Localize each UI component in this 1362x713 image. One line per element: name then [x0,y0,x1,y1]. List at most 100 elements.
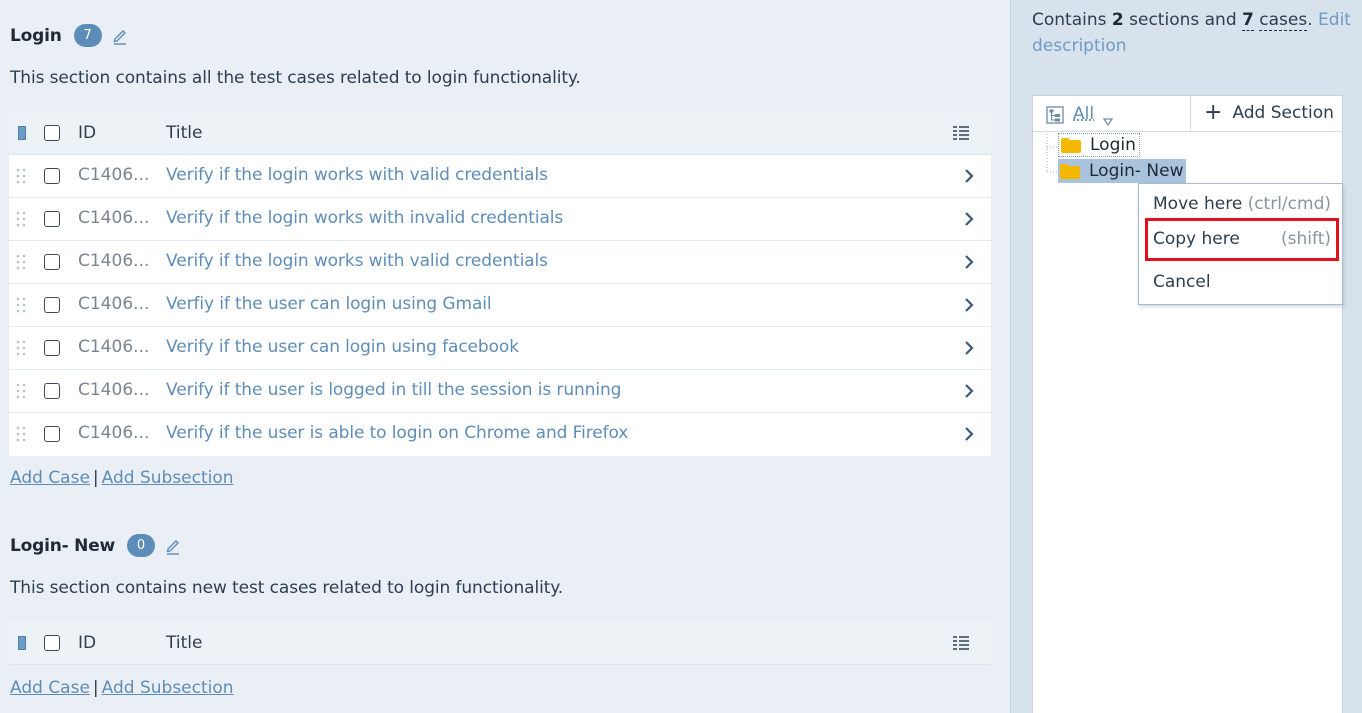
toolbar-divider [1190,96,1191,132]
section-actions: Add Case | Add Subsection [10,678,234,698]
case-title-link[interactable]: Verify if the user is able to login on C… [166,423,628,443]
menu-item-label: Cancel [1153,272,1211,292]
add-case-link[interactable]: Add Case [10,468,90,488]
drag-handle-icon[interactable] [16,254,26,270]
table-row[interactable]: C1406... Verify if the login works with v… [9,155,991,198]
plus-icon: + [1204,100,1223,125]
tree-node-login-new[interactable]: Login- New [1058,159,1187,183]
drag-handle-icon[interactable] [16,340,26,356]
section-description: This section contains all the test cases… [10,68,581,88]
column-indicator-icon [18,636,26,650]
case-id: C1406... [78,165,150,185]
section-header-login: Login 7 [10,24,128,47]
case-id: C1406... [78,294,150,314]
section-description: This section contains new test cases rel… [10,578,564,598]
menu-item-shortcut: (ctrl/cmd) [1247,194,1331,214]
chevron-right-icon[interactable] [963,168,975,184]
row-checkbox[interactable] [44,254,60,270]
section-title: Login [10,25,62,46]
drag-handle-icon[interactable] [16,383,26,399]
table-body: C1406... Verify if the login works with v… [9,155,991,456]
filter-all-dropdown[interactable]: All [1073,104,1094,124]
case-title-link[interactable]: Verify if the login works with valid cre… [166,251,548,271]
tree-view-icon[interactable] [1046,106,1064,124]
drag-handle-icon[interactable] [16,168,26,184]
add-subsection-link[interactable]: Add Subsection [102,678,234,698]
table-row[interactable]: C1406... Verify if the login works with i… [9,198,991,241]
table-row[interactable]: C1406... Verify if the user is able to lo… [9,413,991,456]
case-id: C1406... [78,423,150,443]
columns-config-icon[interactable] [953,126,969,141]
select-all-checkbox[interactable] [44,125,60,141]
tree-connector-lines [1046,134,1058,173]
column-header-id[interactable]: ID [78,123,96,143]
section-header-login-new: Login- New 0 [10,534,181,557]
select-all-checkbox[interactable] [44,635,60,651]
chevron-right-icon[interactable] [963,254,975,270]
column-header-title[interactable]: Title [166,123,202,143]
menu-item-cancel[interactable]: Cancel [1153,272,1331,292]
add-section-label: Add Section [1232,103,1334,123]
table-row[interactable]: C1406... Verify if the login works with v… [9,241,991,284]
menu-item-move-here[interactable]: Move here (ctrl/cmd) [1153,194,1331,214]
pencil-icon[interactable] [165,537,181,555]
case-title-link[interactable]: Verify if the login works with invalid c… [166,208,563,228]
summary-cases-word: cases [1259,10,1308,31]
chevron-right-icon[interactable] [963,297,975,313]
drag-handle-icon[interactable] [16,297,26,313]
folder-icon [1061,137,1081,153]
tree-node-login[interactable]: Login [1058,133,1140,157]
columns-config-icon[interactable] [953,636,969,651]
cases-count: 7 [1242,10,1254,31]
sections-panel: Login 7 This section contains all the te… [0,0,1010,713]
drag-handle-icon[interactable] [16,426,26,442]
row-checkbox[interactable] [44,168,60,184]
section-actions: Add Case | Add Subsection [10,468,234,488]
chevron-right-icon[interactable] [963,383,975,399]
chevron-right-icon[interactable] [963,211,975,227]
suite-summary: Contains 2 sections and 7 cases. Edit de… [1032,7,1352,59]
case-id: C1406... [78,337,150,357]
menu-item-label: Move here [1153,194,1243,214]
row-checkbox[interactable] [44,211,60,227]
drag-handle-icon[interactable] [16,211,26,227]
link-separator: | [92,678,99,698]
case-title-link[interactable]: Verify if the user can login using faceb… [166,337,519,357]
case-count-badge: 0 [127,534,156,557]
chevron-down-icon[interactable] [1102,111,1114,127]
sections-count: 2 [1111,10,1124,30]
cases-table-login-new: ID Title [9,622,991,665]
case-id: C1406... [78,380,150,400]
summary-period: . [1307,10,1313,30]
column-header-title[interactable]: Title [166,633,202,653]
sidebar: Contains 2 sections and 7 cases. Edit de… [1010,0,1362,713]
chevron-right-icon[interactable] [963,340,975,356]
column-indicator-icon [18,126,26,140]
table-row[interactable]: C1406... Verify if the user is logged in … [9,370,991,413]
case-id: C1406... [78,251,150,271]
summary-sections-word: sections and [1129,10,1237,30]
tree-node-label: Login [1090,135,1136,155]
section-title: Login- New [10,535,116,556]
table-header: ID Title [9,112,991,155]
link-separator: | [92,468,99,488]
table-row[interactable]: C1406... Verify if the user can login usi… [9,327,991,370]
add-subsection-link[interactable]: Add Subsection [102,468,234,488]
table-row[interactable]: C1406... Verfiy if the user can login usi… [9,284,991,327]
row-checkbox[interactable] [44,340,60,356]
cases-table-login: ID Title C1406... Verify if the login wor… [9,112,991,456]
case-title-link[interactable]: Verify if the login works with valid cre… [166,165,548,185]
tree-node-label: Login- New [1089,161,1184,181]
row-checkbox[interactable] [44,383,60,399]
add-case-link[interactable]: Add Case [10,678,90,698]
column-header-id[interactable]: ID [78,633,96,653]
case-id: C1406... [78,208,150,228]
chevron-right-icon[interactable] [963,426,975,442]
case-title-link[interactable]: Verify if the user is logged in till the… [166,380,621,400]
case-title-link[interactable]: Verfiy if the user can login using Gmail [166,294,492,314]
add-section-button[interactable]: + Add Section [1204,100,1334,125]
row-checkbox[interactable] [44,426,60,442]
folder-icon [1060,163,1080,179]
row-checkbox[interactable] [44,297,60,313]
pencil-icon[interactable] [112,27,128,45]
